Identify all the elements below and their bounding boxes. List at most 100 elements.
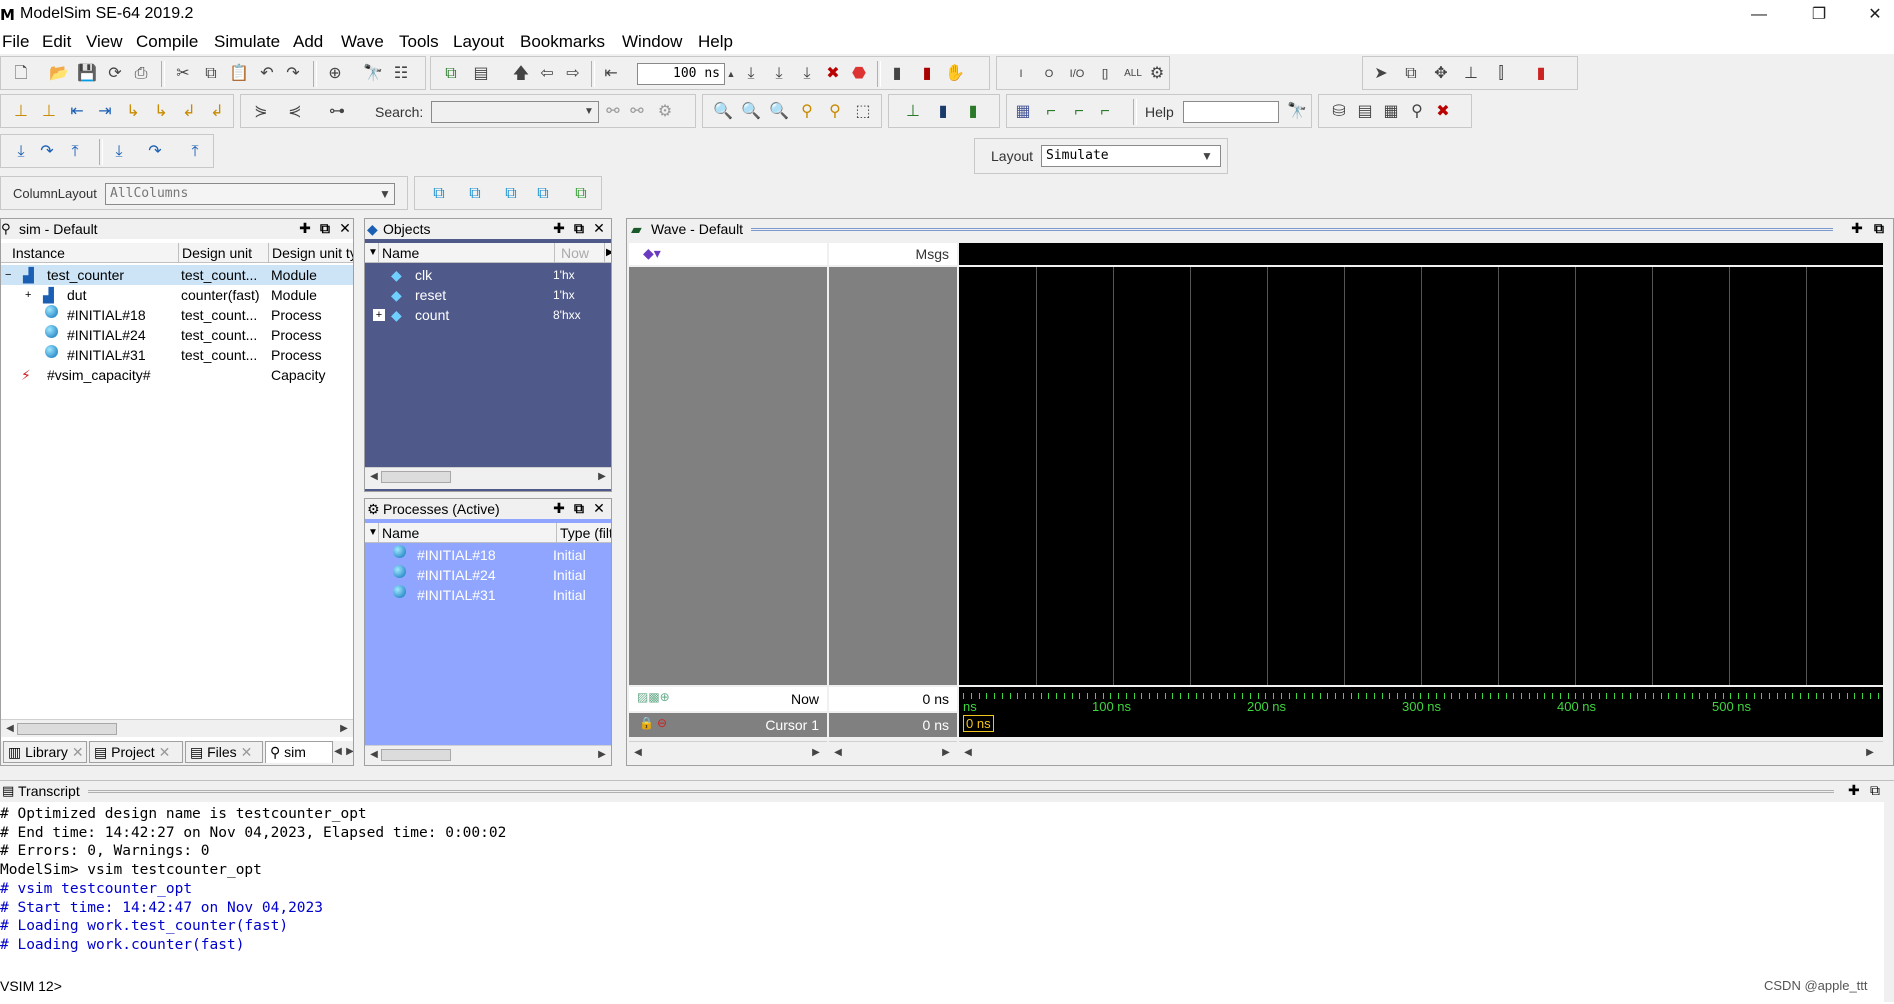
trace-prev-icon[interactable]: ↲ — [179, 102, 199, 122]
filter-out-button[interactable]: O — [1039, 64, 1059, 84]
filter-in-button[interactable]: I — [1011, 64, 1031, 84]
tab-project[interactable]: ▤ Project ✕ — [89, 741, 183, 763]
run-icon[interactable]: ⤓ — [741, 64, 761, 84]
select-mode-icon[interactable]: ➤ — [1371, 64, 1391, 84]
menu-add[interactable]: Add — [293, 32, 323, 52]
wave-panel-dock-icon[interactable]: ✚ — [1849, 220, 1865, 236]
tree-expander[interactable]: − — [5, 265, 11, 285]
wave-panel-undock-icon[interactable]: ⧉ — [1871, 220, 1887, 236]
up-arrow-icon[interactable]: 🡅 — [511, 64, 531, 84]
menu-help[interactable]: Help — [698, 32, 733, 52]
menu-bookmarks[interactable]: Bookmarks — [520, 32, 605, 52]
layout-dropdown-icon[interactable]: ▼ — [1197, 146, 1217, 166]
menu-view[interactable]: View — [86, 32, 123, 52]
cursor-time-marker[interactable]: 0 ns — [963, 715, 994, 732]
menu-simulate[interactable]: Simulate — [214, 32, 280, 52]
scroll-left-icon[interactable]: ◀ — [631, 746, 645, 760]
menu-wave[interactable]: Wave — [341, 32, 384, 52]
collapse-icon[interactable]: ⊥ — [39, 102, 59, 122]
add-to-list-icon[interactable]: ⧉ — [465, 184, 485, 204]
maximize-button[interactable]: ❐ — [1796, 2, 1842, 28]
zoom-mode-icon[interactable]: ⧉ — [1401, 64, 1421, 84]
timeline[interactable]: 0 ns ns 100 ns 200 ns 300 ns 400 ns 500 ns — [959, 687, 1883, 737]
add-to-schematic-icon[interactable]: ⧉ — [571, 184, 591, 204]
cursor-lock-icon[interactable]: 🔒 — [639, 716, 654, 730]
process-row[interactable]: #INITIAL#18 Initial — [365, 545, 611, 565]
menu-file[interactable]: File — [2, 32, 29, 52]
sim-row[interactable]: #INITIAL#31 test_count... Process — [1, 345, 353, 365]
column-layout-select[interactable]: AllColumns — [105, 183, 395, 205]
column-header-instance[interactable]: Instance — [9, 243, 179, 263]
process-row[interactable]: #INITIAL#24 Initial — [365, 565, 611, 585]
forward-arrow-icon[interactable]: ⇨ — [563, 64, 583, 84]
scroll-right-icon[interactable]: ▶ — [1863, 746, 1877, 760]
zoom-cursor-icon[interactable]: ⚲ — [797, 102, 817, 122]
zoom-out-icon[interactable]: 🔍 — [741, 102, 761, 122]
stop-icon[interactable]: ⬣ — [849, 64, 869, 84]
scroll-right-icon[interactable]: ▶ — [809, 746, 823, 760]
transcript-dock-icon[interactable]: ✚ — [1848, 782, 1860, 799]
trace-next-icon[interactable]: ↳ — [151, 102, 171, 122]
scroll-right-icon[interactable]: ▶ — [595, 470, 609, 484]
column-header-design-unit-type[interactable]: Design unit ty — [269, 243, 353, 263]
memory-find-icon[interactable]: ⚲ — [1407, 102, 1427, 122]
sim-panel-dock-icon[interactable]: ✚ — [297, 220, 313, 236]
save-icon[interactable]: 💾 — [77, 64, 97, 84]
processes-horizontal-scrollbar[interactable]: ◀ ▶ — [365, 745, 611, 765]
sim-row[interactable]: ⚡ #vsim_capacity# Capacity — [1, 365, 353, 385]
transcript-console[interactable]: # Optimized design name is testcounter_o… — [0, 802, 1894, 1004]
run-length-field[interactable]: 100 ns — [637, 63, 725, 85]
scroll-right-icon[interactable]: ▶ — [595, 748, 609, 762]
new-file-icon[interactable]: 🗋 — [11, 64, 31, 84]
run-length-spinner[interactable]: ▲ — [725, 64, 737, 84]
waveform-horizontal-scrollbar[interactable]: ◀ ▶ — [959, 741, 1883, 763]
compile-icon[interactable]: ⊕ — [325, 64, 345, 84]
trace-all-icon[interactable]: ↲ — [207, 102, 227, 122]
scroll-thumb[interactable] — [381, 471, 451, 483]
tree-expander[interactable]: + — [25, 285, 31, 305]
layout-select[interactable]: Simulate — [1041, 145, 1221, 167]
step-down-icon[interactable]: ⤓ — [109, 142, 129, 162]
search-next-icon[interactable]: ⚯ — [603, 102, 623, 122]
dataflow-all-icon[interactable]: ⊶ — [327, 102, 347, 122]
scroll-left-icon[interactable]: ◀ — [367, 748, 381, 762]
copy-icon[interactable]: ⧉ — [201, 64, 221, 84]
tab-sim[interactable]: ⚲ sim — [265, 741, 333, 763]
step-out-icon[interactable]: ⇥ — [95, 102, 115, 122]
tab-close-icon[interactable]: ✕ — [241, 744, 253, 760]
redo-icon[interactable]: ↷ — [283, 64, 303, 84]
menu-window[interactable]: Window — [622, 32, 682, 52]
menu-layout[interactable]: Layout — [453, 32, 504, 52]
tree-expander[interactable]: + — [373, 309, 385, 321]
add-to-dataflow-icon[interactable]: ⧉ — [533, 184, 553, 204]
menu-tools[interactable]: Tools — [399, 32, 439, 52]
expand-icon[interactable]: ⊥ — [11, 102, 31, 122]
console-prompt[interactable]: VSIM 12> — [0, 978, 62, 994]
object-row[interactable]: ◆ reset 1'hx — [365, 285, 611, 305]
help-search-icon[interactable]: 🔭 — [1287, 102, 1307, 122]
coverage-exclude-icon[interactable]: ▮ — [917, 64, 937, 84]
traffic-light-icon[interactable]: ▮ — [1531, 64, 1551, 84]
run-all-icon[interactable]: ⤓ — [797, 64, 817, 84]
tab-scroll-right-icon[interactable]: ▶ — [343, 745, 353, 759]
column-layout-dropdown-icon[interactable]: ▼ — [375, 184, 395, 204]
signal-name-pane[interactable] — [629, 267, 827, 685]
step-icon[interactable]: ⤓ — [11, 142, 31, 162]
processes-panel-undock-icon[interactable]: ⧉ — [571, 500, 587, 516]
filter-internal-button[interactable]: [] — [1095, 64, 1115, 84]
step-over-down-icon[interactable]: ↷ — [145, 142, 165, 162]
cut-icon[interactable]: ✂ — [173, 64, 193, 84]
processes-sort-icon[interactable]: ▼ — [365, 523, 379, 543]
grid-icon[interactable]: ▦ — [1013, 102, 1033, 122]
find-icon[interactable]: 🔭 — [363, 64, 383, 84]
objects-panel-close-icon[interactable]: ✕ — [591, 220, 607, 236]
paste-icon[interactable]: 📋 — [229, 64, 249, 84]
back-arrow-icon[interactable]: ⇦ — [537, 64, 557, 84]
now-row-icons[interactable]: ▨▩⊕ — [637, 690, 670, 704]
continue-icon[interactable]: ⤓ — [769, 64, 789, 84]
zoom-range-icon[interactable]: ⚲ — [825, 102, 845, 122]
zoom-full-icon[interactable]: 🔍 — [769, 102, 789, 122]
delete-cursor-icon[interactable]: ▮ — [933, 102, 953, 122]
trace-icon[interactable]: ↳ — [123, 102, 143, 122]
tab-library[interactable]: ▥ Library ✕ — [3, 741, 87, 763]
